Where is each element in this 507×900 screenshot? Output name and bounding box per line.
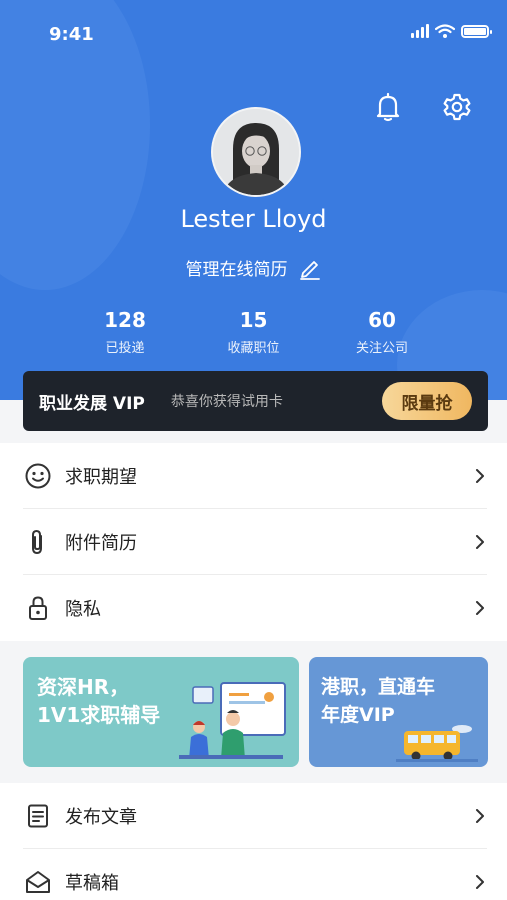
wifi-icon	[435, 24, 455, 38]
menu-item-privacy[interactable]: 隐私	[23, 575, 487, 641]
coaching-illustration	[179, 682, 286, 759]
vip-title: 职业发展 VIP	[39, 393, 145, 414]
stat-value: 15	[239, 308, 268, 332]
gear-icon[interactable]	[440, 90, 474, 124]
promo-banners: 资深HR， 1V1求职辅导 港职，直通车 年度VIP	[0, 641, 507, 783]
menu-item-label: 草稿箱	[65, 873, 119, 894]
avatar[interactable]	[211, 107, 301, 197]
document-icon	[23, 801, 53, 831]
banner-line: 1V1求职辅导	[37, 703, 161, 727]
chevron-right-icon	[476, 534, 484, 549]
vip-banner[interactable]: 职业发展 VIP 恭喜你获得试用卡 限量抢	[23, 371, 488, 431]
user-name: Lester Lloyd	[180, 205, 327, 233]
manage-resume-label: 管理在线简历	[185, 260, 288, 280]
banner-line: 资深HR，	[37, 675, 130, 699]
stat-applied[interactable]: 128 已投递	[70, 307, 180, 356]
menu-list-top: 求职期望 附件简历 隐私	[0, 443, 507, 641]
stat-followed-companies[interactable]: 60 关注公司	[327, 307, 437, 356]
menu-item-label: 隐私	[65, 599, 101, 620]
pencil-icon[interactable]	[298, 256, 322, 280]
stat-value: 60	[368, 308, 396, 332]
manage-resume-link[interactable]: 管理在线简历	[0, 255, 507, 280]
menu-item-label: 附件简历	[65, 532, 137, 554]
banner-vip-express[interactable]: 港职，直通车 年度VIP	[309, 657, 488, 767]
avatar-photo	[213, 109, 299, 195]
chevron-right-icon	[476, 808, 484, 823]
stat-label: 收藏职位	[227, 341, 280, 356]
vip-subtitle: 恭喜你获得试用卡	[170, 394, 283, 410]
menu-item-publish-article[interactable]: 发布文章	[23, 783, 487, 849]
menu-item-label: 求职期望	[65, 466, 137, 488]
stat-label: 关注公司	[355, 341, 408, 356]
battery-icon	[461, 24, 492, 38]
bell-icon[interactable]	[371, 90, 405, 124]
chevron-right-icon	[476, 875, 484, 889]
menu-list-bottom: 发布文章 草稿箱	[0, 783, 507, 900]
stat-saved-jobs[interactable]: 15 收藏职位	[199, 307, 309, 356]
stat-label: 已投递	[105, 341, 145, 356]
chevron-right-icon	[476, 468, 484, 483]
banner-hr-coaching[interactable]: 资深HR， 1V1求职辅导	[23, 657, 299, 767]
signal-icon	[411, 24, 429, 38]
menu-item-label: 发布文章	[65, 806, 137, 828]
smile-icon	[23, 461, 53, 491]
menu-item-attachment-resume[interactable]: 附件简历	[23, 509, 487, 575]
vip-claim-button[interactable]: 限量抢	[382, 382, 472, 420]
chevron-right-icon	[476, 601, 484, 615]
paperclip-icon	[23, 527, 53, 557]
banner-line: 港职，直通车	[321, 676, 436, 698]
bus-illustration	[396, 725, 478, 762]
stat-value: 128	[104, 308, 146, 332]
lock-icon	[23, 593, 53, 623]
menu-item-job-expectation[interactable]: 求职期望	[23, 443, 487, 509]
menu-item-drafts[interactable]: 草稿箱	[23, 849, 487, 900]
status-time: 9:41	[49, 24, 94, 45]
status-icons	[411, 24, 492, 38]
stats-row: 128 已投递 15 收藏职位 60 关注公司	[70, 307, 437, 356]
envelope-open-icon	[23, 867, 53, 897]
profile-header: 9:41 Lester Lloyd 管理在线简历 128 已投递 15 收藏职位…	[0, 0, 507, 400]
banner-text: 资深HR， 1V1求职辅导	[37, 673, 160, 729]
